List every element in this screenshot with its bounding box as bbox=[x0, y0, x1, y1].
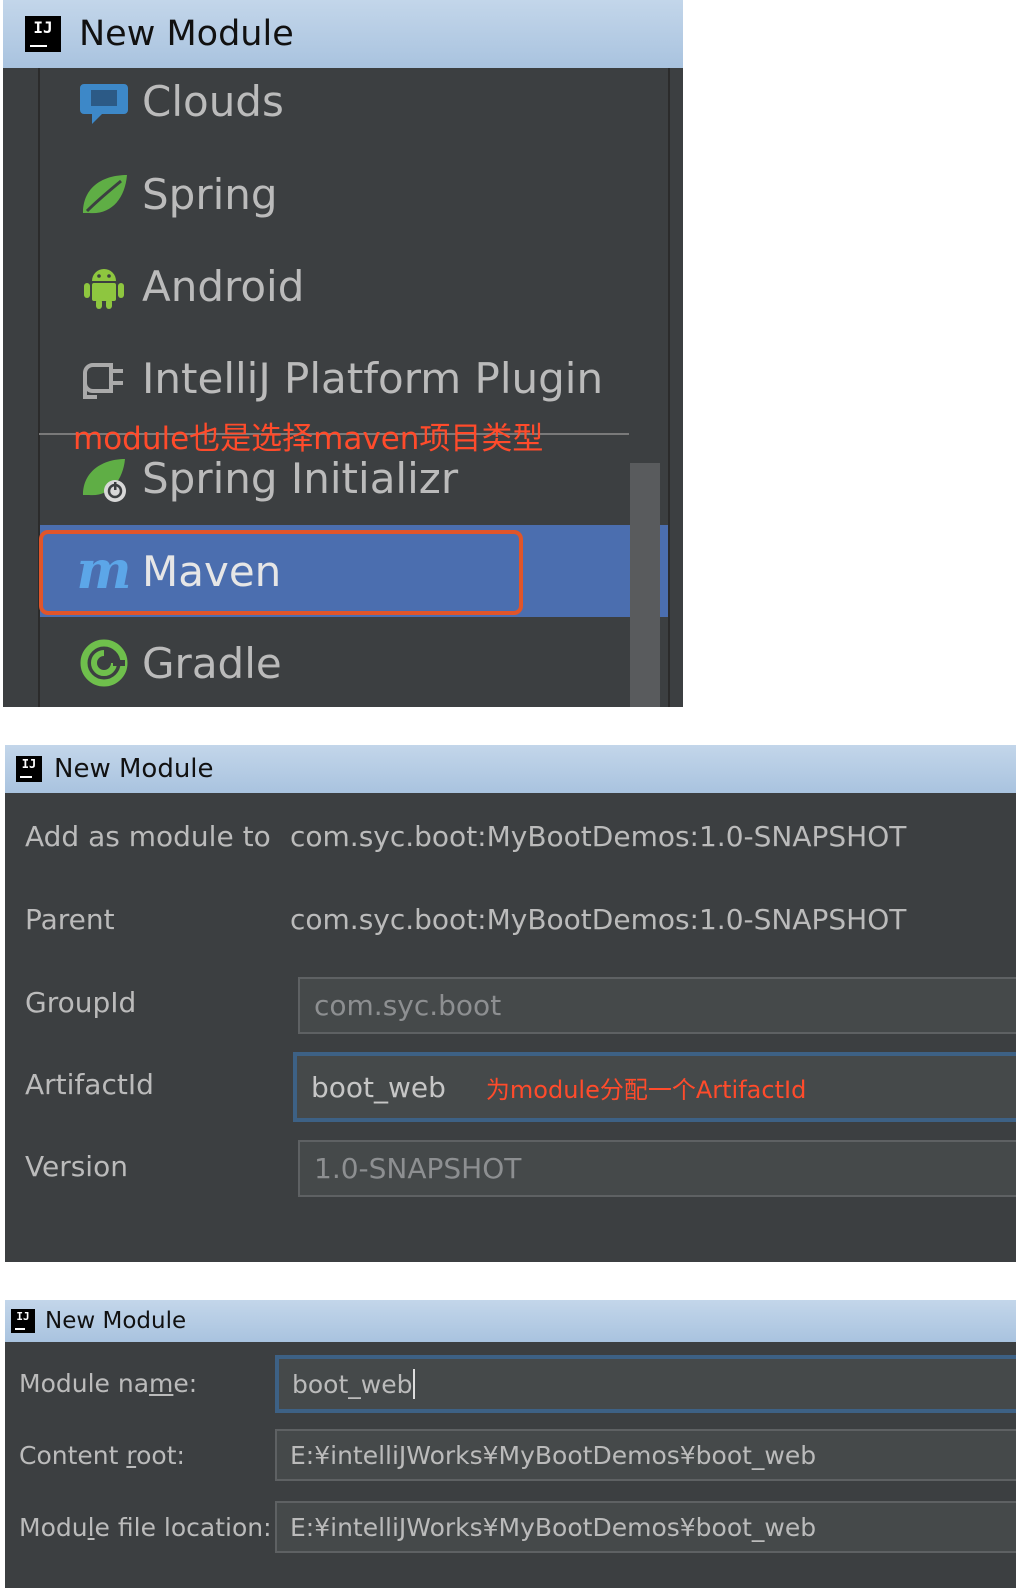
dialog-titlebar: IJ New Module bbox=[5, 745, 1016, 793]
parent-label: Parent bbox=[25, 903, 115, 936]
artifactid-label: ArtifactId bbox=[25, 1068, 154, 1101]
version-field[interactable]: 1.0-SNAPSHOT bbox=[298, 1140, 1016, 1197]
artifactid-value: boot_web bbox=[311, 1070, 446, 1104]
content-root-label: Content root: bbox=[19, 1441, 185, 1470]
module-file-location-label: Module file location: bbox=[19, 1513, 272, 1542]
module-name-value: boot_web bbox=[292, 1369, 413, 1399]
list-scrollbar[interactable] bbox=[630, 463, 660, 707]
new-module-type-dialog: IJ New Module Clouds Spring Android Inte… bbox=[3, 0, 683, 707]
plugin-icon bbox=[78, 352, 130, 404]
groupid-value: com.syc.boot bbox=[314, 989, 502, 1022]
list-item-spring[interactable]: Spring bbox=[40, 148, 668, 240]
version-value: 1.0-SNAPSHOT bbox=[314, 1152, 522, 1185]
intellij-logo-icon: IJ bbox=[13, 753, 45, 785]
content-root-value: E:¥intelliJWorks¥MyBootDemos¥boot_web bbox=[290, 1440, 817, 1470]
dialog-title: New Module bbox=[54, 754, 214, 784]
artifactid-annotation: 为module分配一个ArtifactId bbox=[485, 1075, 807, 1104]
module-file-location-input[interactable]: E:¥intelliJWorks¥MyBootDemos¥boot_web bbox=[275, 1501, 1016, 1553]
module-name-input[interactable]: boot_web bbox=[275, 1355, 1016, 1413]
content-root-input[interactable]: E:¥intelliJWorks¥MyBootDemos¥boot_web bbox=[275, 1429, 1016, 1481]
artifactid-field[interactable]: boot_web 为module分配一个ArtifactId bbox=[293, 1052, 1016, 1122]
version-label: Version bbox=[25, 1150, 128, 1183]
gradle-icon bbox=[78, 637, 130, 689]
parent-value[interactable]: com.syc.boot:MyBootDemos:1.0-SNAPSHOT bbox=[290, 903, 906, 936]
annotation-maven-note: module也是选择maven项目类型 bbox=[73, 421, 544, 457]
list-item-intellij-platform-plugin[interactable]: IntelliJ Platform Plugin bbox=[40, 332, 668, 424]
list-item-label: Gradle bbox=[142, 638, 282, 688]
spring-leaf-icon bbox=[78, 168, 130, 220]
add-as-module-label: Add as module to bbox=[25, 820, 271, 853]
add-as-module-value[interactable]: com.syc.boot:MyBootDemos:1.0-SNAPSHOT bbox=[290, 820, 906, 853]
dialog-title: New Module bbox=[45, 1308, 187, 1334]
list-item-label: Clouds bbox=[142, 76, 284, 126]
intellij-logo-icon: IJ bbox=[8, 1306, 38, 1336]
new-module-maven-dialog: IJ New Module Add as module to com.syc.b… bbox=[5, 745, 1016, 1262]
list-item-label: Android bbox=[142, 261, 305, 311]
module-name-label: Module name: bbox=[19, 1369, 198, 1398]
dialog-title: New Module bbox=[79, 14, 294, 54]
intellij-logo-icon: IJ bbox=[22, 13, 64, 55]
list-item-label: IntelliJ Platform Plugin bbox=[142, 353, 604, 403]
text-caret bbox=[413, 1369, 416, 1399]
module-file-location-value: E:¥intelliJWorks¥MyBootDemos¥boot_web bbox=[290, 1512, 817, 1542]
list-item-gradle[interactable]: Gradle bbox=[40, 617, 668, 707]
groupid-field[interactable]: com.syc.boot bbox=[298, 977, 1016, 1034]
android-icon bbox=[78, 260, 130, 312]
spring-initializr-icon bbox=[78, 452, 130, 504]
groupid-label: GroupId bbox=[25, 986, 137, 1019]
list-item-android[interactable]: Android bbox=[40, 240, 668, 332]
list-item-clouds[interactable]: Clouds bbox=[40, 55, 668, 147]
list-item-label: Spring Initializr bbox=[142, 453, 459, 503]
clouds-icon bbox=[78, 75, 130, 127]
dialog-titlebar: IJ New Module bbox=[5, 1300, 1016, 1342]
list-item-label: Spring bbox=[142, 169, 278, 219]
new-module-name-dialog: IJ New Module Module name: boot_web Cont… bbox=[5, 1300, 1016, 1588]
maven-highlight-box bbox=[39, 530, 523, 615]
